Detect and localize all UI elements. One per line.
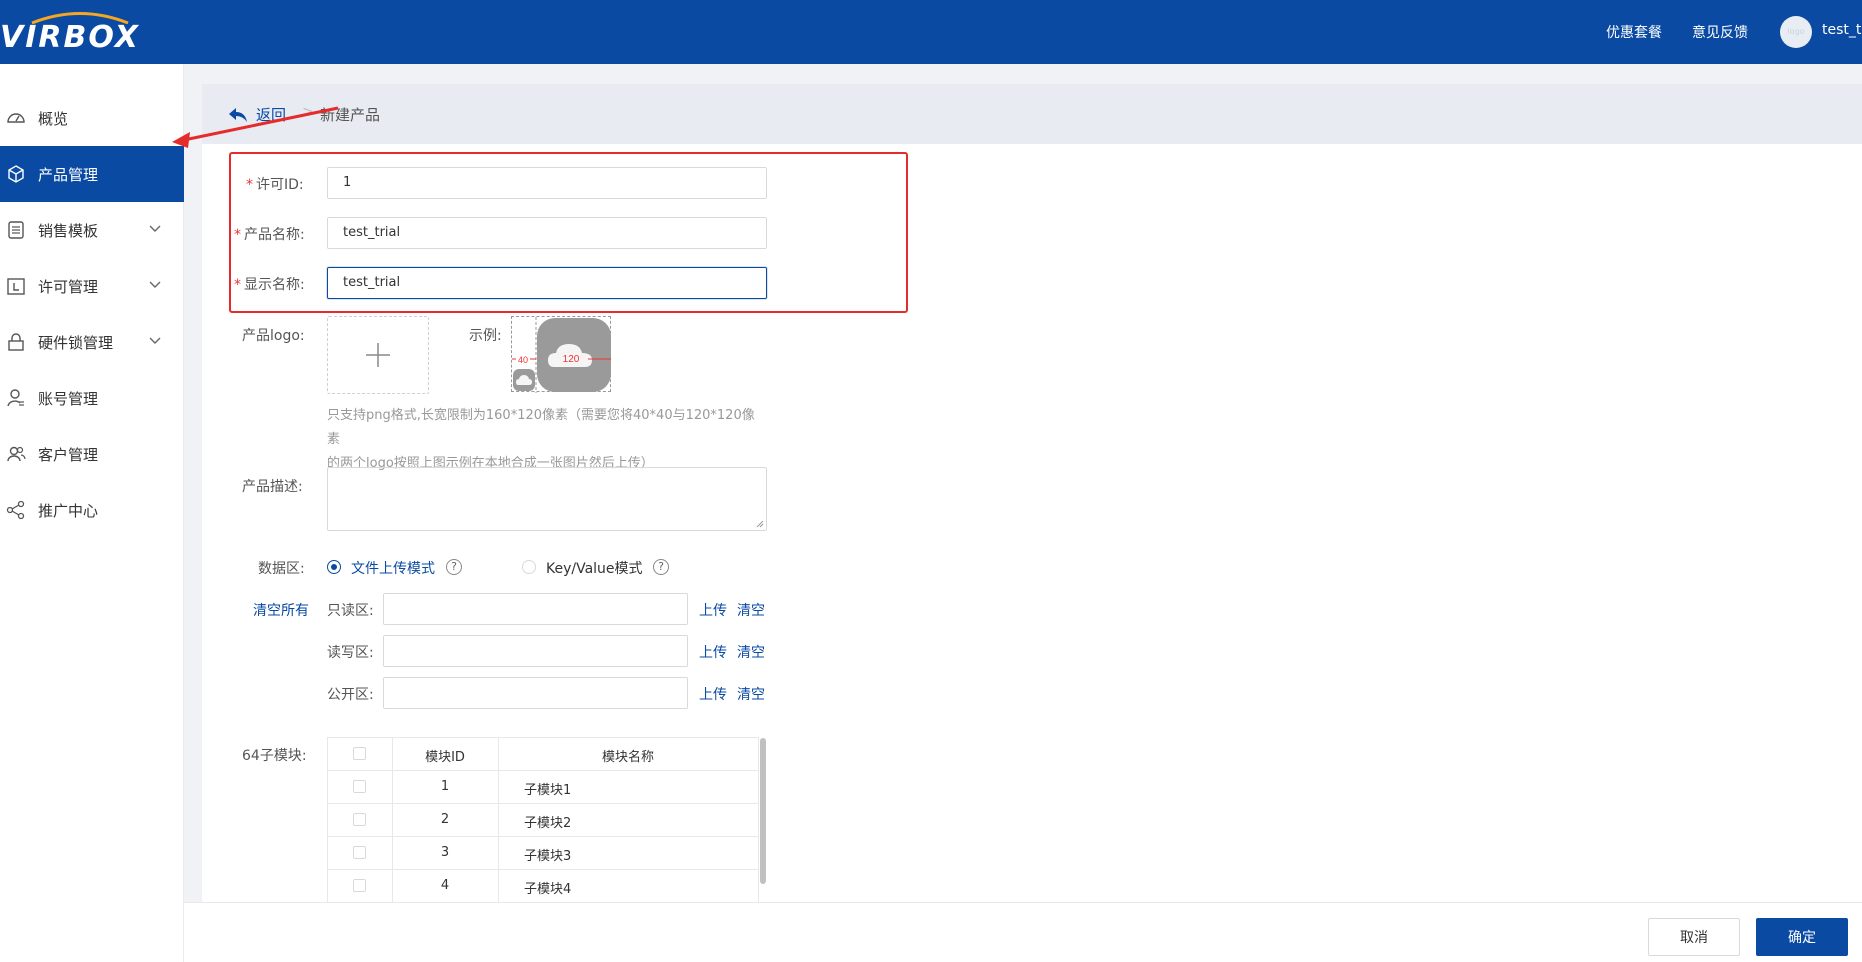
readwrite-clear-link[interactable]: 清空 xyxy=(737,642,765,662)
sidebar-item-label: 概览 xyxy=(38,109,69,128)
resize-handle-icon[interactable] xyxy=(756,520,764,528)
key-value-mode-radio[interactable] xyxy=(522,560,536,574)
readonly-zone-label: 只读区: xyxy=(327,603,374,619)
readwrite-zone-label: 读写区: xyxy=(327,645,374,661)
nav-discount-packages[interactable]: 优惠套餐 xyxy=(1606,22,1662,42)
back-button[interactable]: 返回 xyxy=(228,104,286,125)
module-name-cell[interactable]: 子模块2 xyxy=(524,812,571,831)
user-account-icon xyxy=(6,388,26,408)
breadcrumb-separator: > xyxy=(302,104,314,120)
chevron-down-icon[interactable] xyxy=(148,222,162,236)
hint-line: 只支持png格式,长宽限制为160*120像素（需要您将40*40与120*12… xyxy=(327,408,755,447)
sidebar-item-hardware-lock[interactable]: 硬件锁管理 xyxy=(0,314,184,370)
logo-upload-button[interactable] xyxy=(327,316,429,394)
module-id-cell: 2 xyxy=(440,812,450,827)
sidebar-item-label: 客户管理 xyxy=(38,445,99,464)
sidebar: 概览 产品管理 销售模板 许可管理 硬件锁管理 账号管理 客户管理 推广中心 xyxy=(0,64,184,962)
sidebar-item-sales-templates[interactable]: 销售模板 xyxy=(0,202,184,258)
sidebar-item-label: 许可管理 xyxy=(38,277,99,296)
module-id-cell: 1 xyxy=(440,779,450,794)
avatar[interactable]: logo xyxy=(1780,16,1812,48)
license-icon xyxy=(6,276,26,296)
top-header: VIRBOX 优惠套餐 意见反馈 logo test_ta xyxy=(0,0,1862,64)
example-large-size: 120 xyxy=(563,354,580,365)
confirm-button[interactable]: 确定 xyxy=(1756,918,1848,956)
clear-all-link[interactable]: 清空所有 xyxy=(253,600,309,620)
row-checkbox[interactable] xyxy=(353,813,366,826)
select-all-checkbox[interactable] xyxy=(353,747,366,760)
chevron-down-icon[interactable] xyxy=(148,334,162,348)
readwrite-upload-link[interactable]: 上传 xyxy=(699,642,727,662)
cloud-icon: 120 40 xyxy=(512,317,611,393)
readwrite-zone-input[interactable] xyxy=(383,635,688,667)
nav-feedback[interactable]: 意见反馈 xyxy=(1692,22,1748,42)
plus-icon xyxy=(366,343,390,367)
file-upload-mode-label[interactable]: 文件上传模式 xyxy=(351,558,435,578)
virbox-logo[interactable]: VIRBOX xyxy=(0,10,152,55)
column-header-module-id: 模块ID xyxy=(425,750,465,765)
logo-example-image: 120 40 xyxy=(511,316,611,393)
footer-bar xyxy=(184,902,1862,962)
back-arrow-icon xyxy=(229,107,247,122)
example-small-size: 40 xyxy=(518,355,528,365)
row-checkbox[interactable] xyxy=(353,846,366,859)
public-zone-input[interactable] xyxy=(383,677,688,709)
column-header-module-name: 模块名称 xyxy=(601,750,654,765)
public-upload-link[interactable]: 上传 xyxy=(699,684,727,704)
public-zone-label: 公开区: xyxy=(327,687,374,703)
share-icon xyxy=(6,500,26,520)
dashboard-icon xyxy=(6,108,26,128)
sidebar-item-promotion-center[interactable]: 推广中心 xyxy=(0,482,184,538)
sidebar-item-products[interactable]: 产品管理 xyxy=(0,146,184,202)
table-scrollbar[interactable] xyxy=(760,738,766,884)
logo-upload-hint: 只支持png格式,长宽限制为160*120像素（需要您将40*40与120*12… xyxy=(327,404,767,476)
sidebar-item-license-management[interactable]: 许可管理 xyxy=(0,258,184,314)
sidebar-item-label: 账号管理 xyxy=(38,389,99,408)
cancel-button[interactable]: 取消 xyxy=(1648,918,1740,956)
key-value-mode-label[interactable]: Key/Value模式 xyxy=(546,558,643,578)
product-description-label: 产品描述: xyxy=(242,479,303,495)
file-upload-mode-radio[interactable] xyxy=(327,560,341,574)
lock-icon xyxy=(6,332,26,352)
readonly-zone-input[interactable] xyxy=(383,593,688,625)
annotation-highlight-box xyxy=(229,152,908,313)
sidebar-item-label: 销售模板 xyxy=(38,221,99,240)
readonly-upload-link[interactable]: 上传 xyxy=(699,600,727,620)
customers-icon xyxy=(6,444,26,464)
logo-text: VIRBOX xyxy=(0,20,140,55)
product-logo-label: 产品logo: xyxy=(242,328,305,344)
data-area-label: 数据区: xyxy=(258,561,305,577)
module-id-cell: 4 xyxy=(440,878,450,893)
readonly-clear-link[interactable]: 清空 xyxy=(737,600,765,620)
example-label: 示例: xyxy=(469,328,502,344)
module-name-cell[interactable]: 子模块3 xyxy=(524,845,571,864)
module-id-cell: 3 xyxy=(440,845,450,860)
chevron-down-icon[interactable] xyxy=(148,278,162,292)
help-icon[interactable]: ? xyxy=(446,559,462,575)
modules-label: 64子模块: xyxy=(242,748,307,764)
module-name-cell[interactable]: 子模块4 xyxy=(524,878,571,897)
row-checkbox[interactable] xyxy=(353,780,366,793)
product-description-textarea[interactable] xyxy=(327,467,767,531)
sidebar-item-overview[interactable]: 概览 xyxy=(0,90,184,146)
module-name-cell[interactable]: 子模块1 xyxy=(524,779,571,798)
sidebar-item-customers[interactable]: 客户管理 xyxy=(0,426,184,482)
row-checkbox[interactable] xyxy=(353,879,366,892)
username[interactable]: test_ta xyxy=(1822,22,1862,38)
back-label: 返回 xyxy=(256,106,287,124)
sidebar-item-accounts[interactable]: 账号管理 xyxy=(0,370,184,426)
sidebar-item-label: 推广中心 xyxy=(38,501,99,520)
page-title: 新建产品 xyxy=(320,106,381,124)
template-icon xyxy=(6,220,26,240)
help-icon[interactable]: ? xyxy=(653,559,669,575)
sidebar-item-label: 产品管理 xyxy=(38,165,99,184)
sidebar-item-label: 硬件锁管理 xyxy=(38,333,114,352)
box-icon xyxy=(6,164,26,184)
public-clear-link[interactable]: 清空 xyxy=(737,684,765,704)
breadcrumb xyxy=(202,84,1862,144)
